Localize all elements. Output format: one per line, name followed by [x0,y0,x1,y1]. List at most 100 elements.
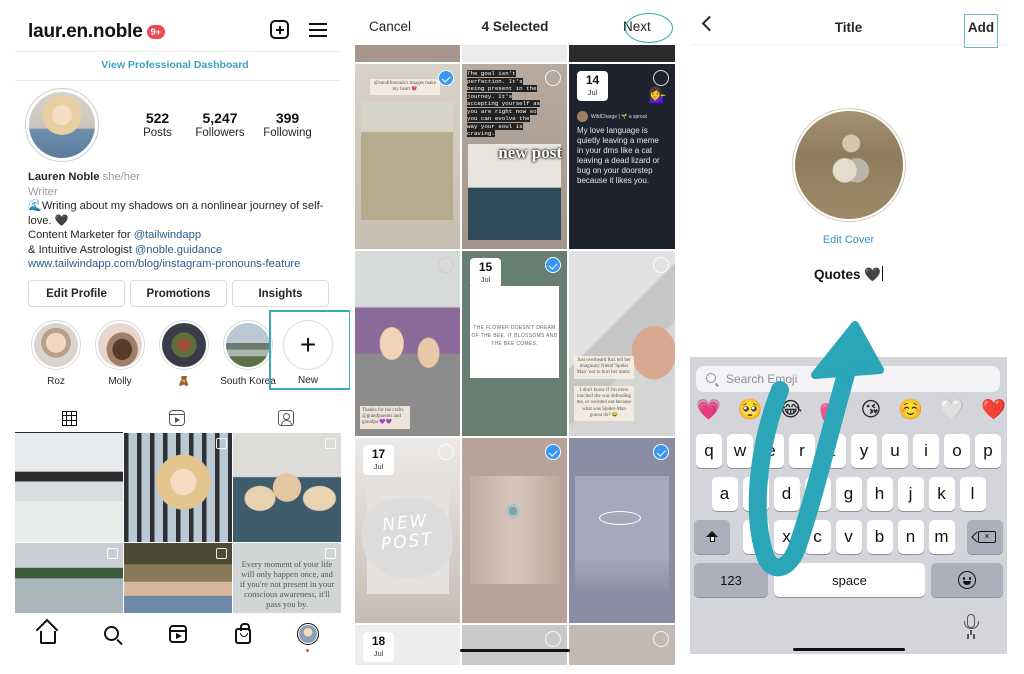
key[interactable]: f [804,477,831,511]
key[interactable]: e [758,434,784,468]
key[interactable]: v [835,520,862,554]
post-thumbnail[interactable] [124,433,232,542]
emoji-key[interactable]: ☺️ [898,397,923,423]
key[interactable]: q [696,434,722,468]
story-tile[interactable] [355,45,460,62]
notification-badge[interactable]: 9+ [146,25,165,39]
story-tile[interactable]: Thanks for the crafts @grandparents and … [355,251,460,436]
key[interactable]: r [789,434,815,468]
website-link[interactable]: www.tailwindapp.com/blog/instagram-prono… [28,257,343,272]
highlight-item[interactable]: 🧸 [152,320,216,387]
insights-button[interactable]: Insights [232,280,329,307]
emoji-key[interactable]: 😘 [861,397,882,423]
selection-check-icon[interactable] [438,70,454,86]
emoji-key[interactable]: 💗 [696,397,721,423]
emoji-key[interactable]: 😂 [779,397,802,423]
key[interactable]: s [742,477,769,511]
key[interactable]: c [804,520,831,554]
key[interactable]: i [913,434,939,468]
nav-home[interactable] [37,623,59,645]
tab-grid[interactable] [15,405,124,433]
new-highlight-button[interactable]: + [283,320,333,370]
story-tile[interactable] [462,438,567,623]
selection-check-icon[interactable] [653,257,669,273]
story-tile[interactable] [569,625,675,665]
microphone-icon[interactable] [964,614,979,635]
selection-check-icon[interactable] [653,70,669,86]
story-tile[interactable]: 18 Jul [355,625,460,665]
key[interactable]: m [928,520,955,554]
tab-reels[interactable] [123,405,231,431]
key[interactable]: b [866,520,893,554]
nav-profile[interactable] [296,623,319,652]
key[interactable]: u [882,434,908,468]
key[interactable]: x [773,520,800,554]
emoji-key[interactable]: ❤️ [981,397,1006,423]
followers-stat[interactable]: 5,247 Followers [185,110,255,139]
selection-check-icon[interactable] [545,257,561,273]
story-tile[interactable]: @sundiforsouls's images make my heart 💗 [355,64,460,249]
selection-check-icon[interactable] [545,444,561,460]
story-tile[interactable]: Just overheard Roz tell her imaginary fr… [569,251,675,436]
tab-tagged[interactable] [232,405,340,431]
nav-reels[interactable] [167,623,189,645]
username[interactable]: laur.en.noble [28,21,143,43]
story-tile[interactable] [462,45,567,62]
profile-avatar[interactable] [25,88,99,162]
post-thumbnail[interactable]: Every moment of your life will only happ… [233,543,341,613]
space-key[interactable]: space [774,563,925,597]
story-tile[interactable]: 17 Jul NEW POST [355,438,460,623]
selection-check-icon[interactable] [438,444,454,460]
emoji-key[interactable]: 🤍 [940,397,965,423]
selection-check-icon[interactable] [545,631,561,647]
following-stat[interactable]: 399 Following [255,110,320,139]
selection-check-icon[interactable] [653,444,669,460]
key[interactable]: g [835,477,862,511]
nav-search[interactable] [102,623,124,645]
nav-shop[interactable] [232,623,254,645]
key[interactable]: w [727,434,753,468]
story-tile[interactable] [462,625,567,665]
story-tile[interactable]: The goal isn't perfection. It's being pr… [462,64,567,249]
key[interactable]: n [897,520,924,554]
post-thumbnail[interactable] [15,543,123,613]
menu-icon[interactable] [309,22,327,37]
selection-check-icon[interactable] [653,631,669,647]
story-tile[interactable] [569,438,675,623]
post-thumbnail[interactable] [124,543,232,613]
key[interactable]: h [866,477,893,511]
emoji-key[interactable]: 🥺 [738,397,763,423]
story-tile[interactable]: 15 Jul THE FLOWER DOESN'T DREAM OF THE B… [462,251,567,436]
edit-profile-button[interactable]: Edit Profile [28,280,125,307]
key[interactable]: a [711,477,738,511]
posts-stat[interactable]: 522 Posts [130,110,185,139]
view-professional-dashboard-link[interactable]: View Professional Dashboard [0,59,350,71]
backspace-key[interactable]: × [967,520,1003,554]
numbers-key[interactable]: 123 [694,563,768,597]
selection-check-icon[interactable] [438,257,454,273]
post-thumbnail[interactable] [15,433,123,542]
edit-cover-link[interactable]: Edit Cover [690,234,1007,246]
emoji-search-input[interactable]: Search Emoji [696,366,1000,392]
key[interactable]: l [959,477,986,511]
highlight-name-input[interactable]: Quotes 🖤 [690,266,1007,283]
key[interactable]: t [820,434,846,468]
selection-check-icon[interactable] [545,70,561,86]
create-post-icon[interactable] [270,20,289,39]
key[interactable]: z [742,520,769,554]
post-thumbnail[interactable] [233,433,341,542]
highlight-cover-image[interactable] [792,108,906,222]
key[interactable]: p [975,434,1001,468]
key[interactable]: o [944,434,970,468]
key[interactable]: y [851,434,877,468]
highlight-item[interactable]: Roz [24,320,88,387]
add-button[interactable]: Add [964,14,998,48]
promotions-button[interactable]: Promotions [130,280,227,307]
key[interactable]: j [897,477,924,511]
emoji-key-toggle[interactable] [931,563,1003,597]
key[interactable]: d [773,477,800,511]
story-tile[interactable]: 14 Jul WildCharge | 🌱 a sprout My love l… [569,64,675,249]
emoji-key[interactable]: 💕 [819,397,844,423]
mention-link[interactable]: @tailwindapp [134,229,201,241]
mention-link[interactable]: @noble.guidance [135,244,222,256]
